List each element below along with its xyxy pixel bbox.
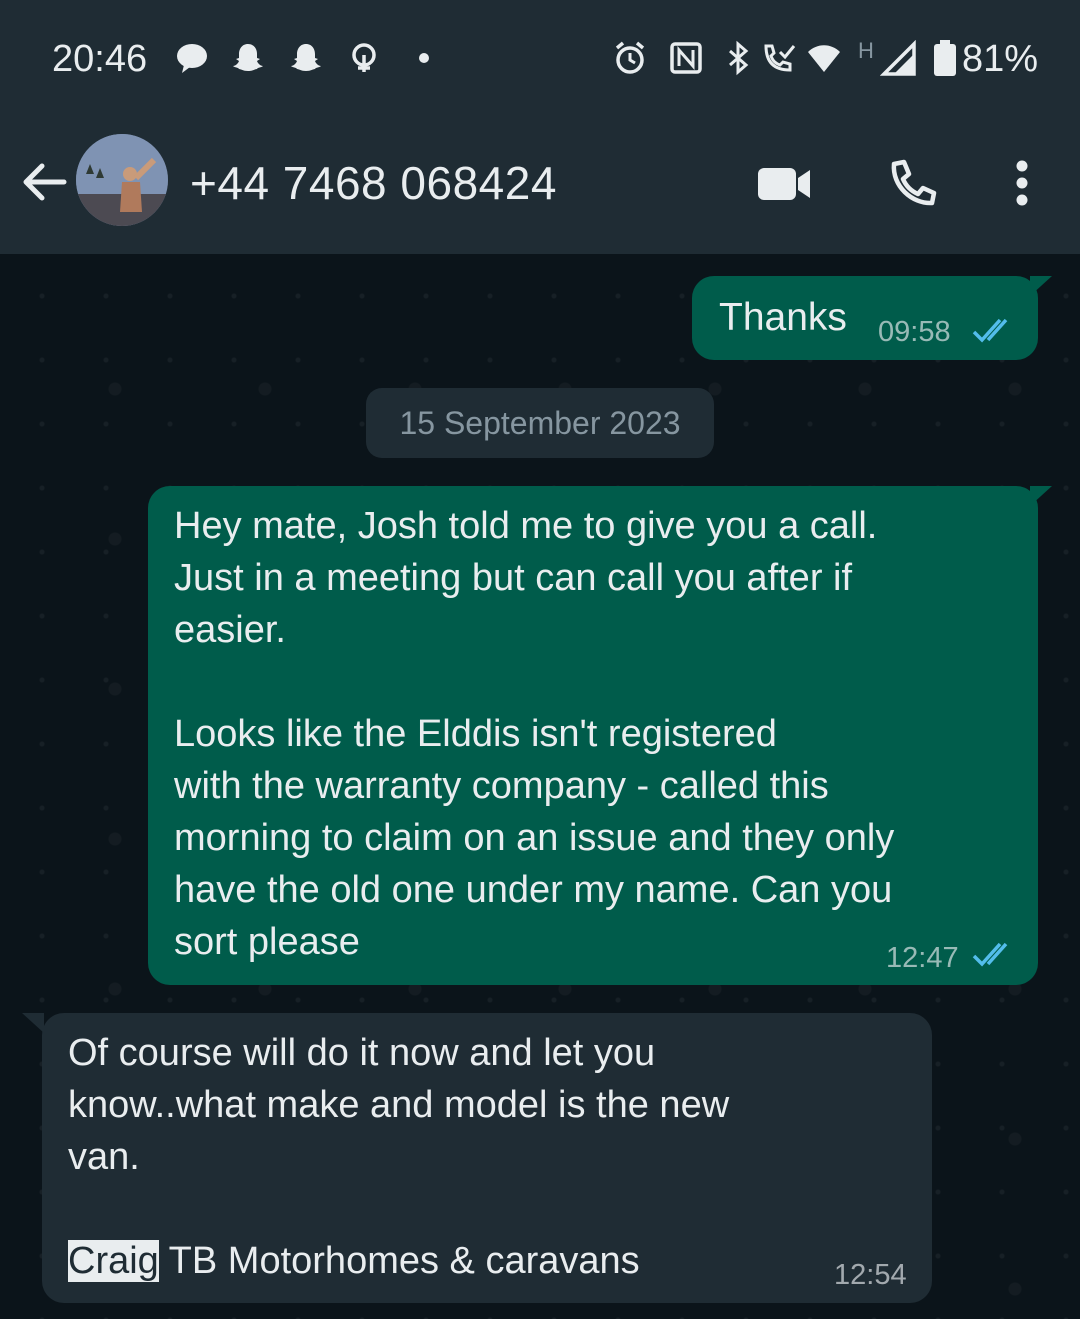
message-signature: Craig TB Motorhomes & caravans bbox=[68, 1235, 828, 1287]
wifi-calling-icon bbox=[764, 44, 796, 72]
contact-avatar[interactable] bbox=[76, 134, 168, 226]
network-type-label: H bbox=[858, 38, 874, 63]
message-time: 09:58 bbox=[878, 316, 951, 348]
read-receipt-icon bbox=[972, 318, 1008, 343]
message-text: Of course will do it now and let you kno… bbox=[68, 1032, 730, 1178]
snapchat-icon-2 bbox=[291, 44, 321, 71]
date-separator: 15 September 2023 bbox=[366, 388, 714, 458]
message-bubble-incoming[interactable]: Of course will do it now and let you kno… bbox=[42, 1013, 932, 1303]
wifi-icon bbox=[808, 45, 840, 72]
more-notifications-dot-icon bbox=[419, 53, 429, 63]
more-options-icon[interactable] bbox=[1010, 158, 1034, 210]
app-notification-icon bbox=[352, 43, 376, 72]
message-text: Hey mate, Josh told me to give you a cal… bbox=[174, 505, 895, 963]
bubble-tail bbox=[22, 1013, 44, 1033]
chat-notification-icon bbox=[177, 44, 207, 73]
top-bar: 20:46 H 81% +44 7468 068424 bbox=[0, 0, 1080, 254]
bubble-tail bbox=[1030, 486, 1052, 506]
selected-text-highlight[interactable]: Craig bbox=[68, 1240, 159, 1282]
voice-call-icon[interactable] bbox=[886, 158, 938, 210]
alarm-icon bbox=[615, 41, 645, 74]
message-bubble-outgoing[interactable]: Thanks 09:58 bbox=[692, 276, 1038, 360]
status-bar: 20:46 H 81% bbox=[0, 0, 1080, 120]
back-arrow-icon[interactable] bbox=[20, 160, 68, 204]
bubble-tail bbox=[1030, 276, 1052, 296]
message-time: 12:47 bbox=[886, 942, 959, 974]
chat-header: +44 7468 068424 bbox=[0, 120, 1080, 254]
message-time: 12:54 bbox=[834, 1259, 907, 1291]
signature-text: TB Motorhomes & caravans bbox=[158, 1240, 640, 1282]
cell-signal-icon bbox=[880, 40, 916, 76]
snapchat-icon bbox=[233, 44, 263, 71]
nfc-icon bbox=[670, 42, 702, 74]
message-bubble-outgoing[interactable]: Hey mate, Josh told me to give you a cal… bbox=[148, 486, 1038, 985]
message-text: Thanks bbox=[719, 296, 847, 339]
bluetooth-icon bbox=[729, 40, 749, 76]
battery-percentage: 81% bbox=[962, 38, 1039, 80]
clock: 20:46 bbox=[52, 38, 148, 80]
read-receipt-icon bbox=[972, 942, 1008, 967]
battery-icon bbox=[934, 40, 956, 76]
video-call-icon[interactable] bbox=[756, 164, 814, 204]
contact-name[interactable]: +44 7468 068424 bbox=[190, 156, 557, 210]
avatar-photo-icon bbox=[76, 134, 168, 226]
